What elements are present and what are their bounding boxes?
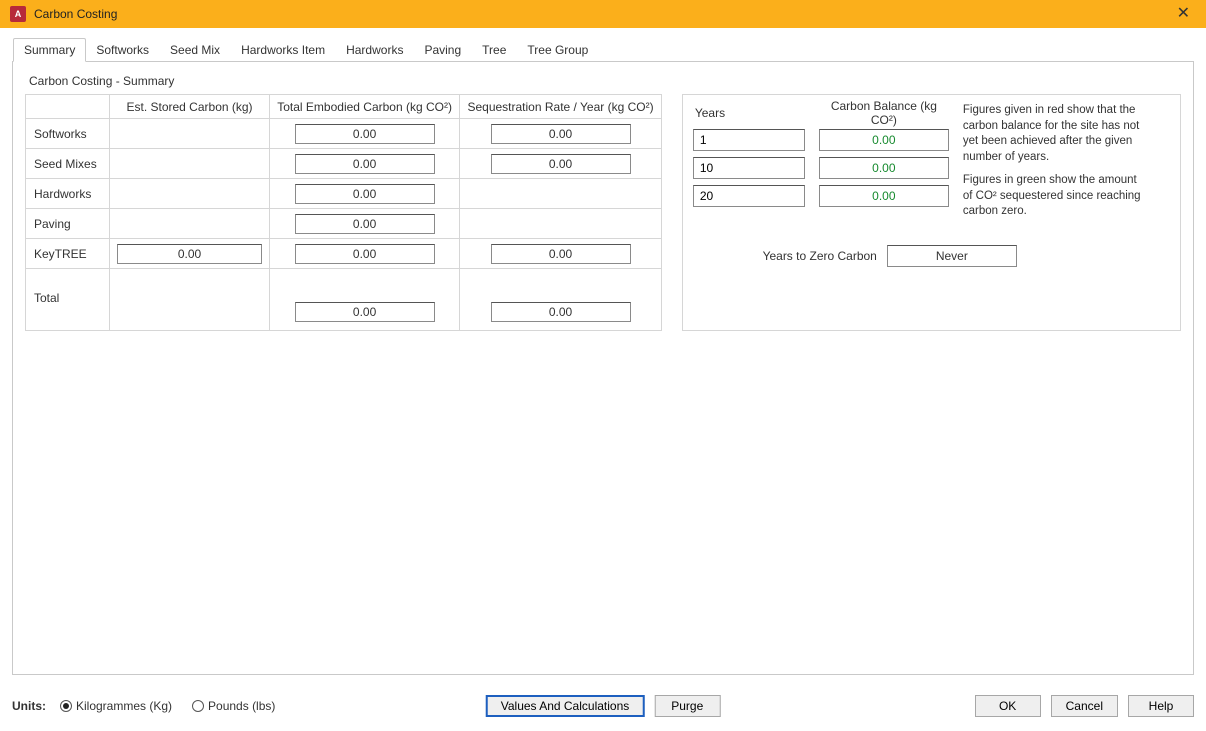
softworks-embodied: 0.00 [295,124,435,144]
grid-area: Est. Stored Carbon (kg) Total Embodied C… [25,94,1181,331]
footer: Units: Kilogrammes (Kg) Pounds (lbs) Val… [0,685,1206,731]
years-input-3[interactable] [693,185,805,207]
years-column: Years [693,103,805,314]
keytree-embodied: 0.00 [295,244,435,264]
tab-paving[interactable]: Paving [413,38,472,61]
radio-kg-label: Kilogrammes (Kg) [76,699,172,713]
tab-tree[interactable]: Tree [471,38,517,61]
ok-button[interactable]: OK [975,695,1041,717]
legend-red: Figures given in red show that the carbo… [963,103,1149,165]
purge-button[interactable]: Purge [654,695,720,717]
col-stored-header: Est. Stored Carbon (kg) [110,95,270,119]
total-embodied: 0.00 [295,302,435,322]
close-icon[interactable]: ✕ [1171,4,1196,24]
hardworks-embodied: 0.00 [295,184,435,204]
row-label-hardworks: Hardworks [26,179,110,209]
years-to-zero-row: Years to Zero Carbon Never [749,245,1017,267]
keytree-stored: 0.00 [117,244,262,264]
radio-kilogrammes[interactable]: Kilogrammes (Kg) [60,699,172,713]
panel-title: Carbon Costing - Summary [29,74,1181,88]
row-label-keytree: KeyTREE [26,239,110,269]
radio-dot-icon [60,700,72,712]
seedmixes-embodied: 0.00 [295,154,435,174]
row-label-seedmixes: Seed Mixes [26,149,110,179]
tab-seed-mix[interactable]: Seed Mix [159,38,231,61]
table-row: Hardworks 0.00 [26,179,662,209]
radio-dot-icon [192,700,204,712]
tab-hardworks[interactable]: Hardworks [335,38,414,61]
table-row: KeyTREE 0.00 0.00 0.00 [26,239,662,269]
legend-text: Figures given in red show that the carbo… [963,103,1149,314]
row-label-total: Total [26,269,110,331]
balance-column: Carbon Balance (kg CO²) 0.00 0.00 0.00 [819,103,949,314]
years-input-2[interactable] [693,157,805,179]
tabbar: Summary Softworks Seed Mix Hardworks Ite… [12,38,1194,62]
years-to-zero-label: Years to Zero Carbon [749,249,877,263]
balance-value-1: 0.00 [819,129,949,151]
titlebar: A Carbon Costing ✕ [0,0,1206,28]
balance-header: Carbon Balance (kg CO²) [819,103,949,123]
balance-panel: Years Carbon Balance (kg CO²) 0.00 0.00 … [682,94,1181,331]
legend-green: Figures in green show the amount of CO² … [963,173,1149,220]
row-label-paving: Paving [26,209,110,239]
tab-tree-group[interactable]: Tree Group [516,38,599,61]
table-row: Softworks 0.00 0.00 [26,119,662,149]
row-label-softworks: Softworks [26,119,110,149]
radio-lbs-label: Pounds (lbs) [208,699,275,713]
col-embodied-header: Total Embodied Carbon (kg CO²) [270,95,460,119]
years-header: Years [693,103,805,123]
col-seq-header: Sequestration Rate / Year (kg CO²) [460,95,662,119]
window-title: Carbon Costing [34,7,117,21]
help-button[interactable]: Help [1128,695,1194,717]
tab-softworks[interactable]: Softworks [85,38,160,61]
carbon-costing-window: A Carbon Costing ✕ Summary Softworks See… [0,0,1206,731]
years-input-1[interactable] [693,129,805,151]
years-to-zero-value: Never [887,245,1017,267]
tab-hardworks-item[interactable]: Hardworks Item [230,38,336,61]
radio-pounds[interactable]: Pounds (lbs) [192,699,275,713]
keytree-seq: 0.00 [491,244,631,264]
balance-value-3: 0.00 [819,185,949,207]
cancel-button[interactable]: Cancel [1051,695,1118,717]
summary-panel: Carbon Costing - Summary Est. Stored Car… [12,62,1194,675]
table-row: Seed Mixes 0.00 0.00 [26,149,662,179]
tab-summary[interactable]: Summary [13,38,86,62]
balance-value-2: 0.00 [819,157,949,179]
table-row: Paving 0.00 [26,209,662,239]
softworks-seq: 0.00 [491,124,631,144]
values-and-calculations-button[interactable]: Values And Calculations [486,695,645,717]
app-icon: A [10,6,26,22]
content-area: Summary Softworks Seed Mix Hardworks Ite… [0,28,1206,685]
paving-embodied: 0.00 [295,214,435,234]
seedmixes-seq: 0.00 [491,154,631,174]
total-seq: 0.00 [491,302,631,322]
summary-table: Est. Stored Carbon (kg) Total Embodied C… [25,94,662,331]
units-label: Units: [12,699,46,713]
table-row-total: Total 0.00 0.00 [26,269,662,331]
